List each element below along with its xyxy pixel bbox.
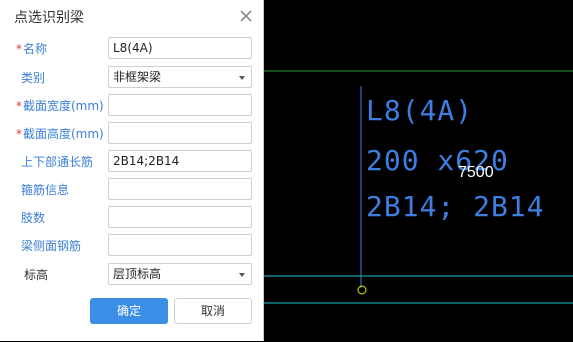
identify-beam-dialog: 点选识别梁 *名称 类别 非框架梁 *截面宽度(mm) *截面高度(mm) 上下… <box>0 0 264 341</box>
ok-button[interactable]: 确定 <box>90 298 168 324</box>
beam-name-annotation: L8(4A) <box>366 94 474 127</box>
name-input[interactable] <box>108 37 252 59</box>
pick-point-marker[interactable] <box>357 285 367 295</box>
field-label: 肢数 <box>21 211 46 225</box>
beam-rebar-annotation: 2B14; 2B14 <box>366 190 545 223</box>
dialog-title: 点选识别梁 <box>14 10 84 26</box>
field-label: *名称 <box>16 42 48 56</box>
field-label: *截面高度(mm) <box>16 127 104 141</box>
field-label: 梁侧面钢筋 <box>21 239 82 253</box>
field-label: 类别 <box>21 71 46 85</box>
chevron-down-icon <box>239 273 245 277</box>
stirrup-input[interactable] <box>108 178 252 200</box>
field-row-side-rebar: 梁侧面钢筋 <box>0 234 264 258</box>
field-row-legs: 肢数 <box>0 206 264 230</box>
section-width-input[interactable] <box>108 94 252 116</box>
field-row-long-rebar: 上下部通长筋 <box>0 150 264 174</box>
field-row-category: 类别 非框架梁 <box>0 66 264 90</box>
field-row-height: *截面高度(mm) <box>0 122 264 146</box>
dimension-text: 7500 <box>458 164 494 181</box>
field-label: 上下部通长筋 <box>21 155 94 169</box>
chevron-down-icon <box>239 76 245 80</box>
elevation-select[interactable]: 层顶标高 <box>108 263 252 285</box>
cancel-button[interactable]: 取消 <box>174 298 252 324</box>
legs-input[interactable] <box>108 206 252 228</box>
section-height-input[interactable] <box>108 122 252 144</box>
field-row-name: *名称 <box>0 37 264 61</box>
field-label: *截面宽度(mm) <box>16 99 104 113</box>
long-rebar-input[interactable] <box>108 150 252 172</box>
side-rebar-input[interactable] <box>108 234 252 256</box>
close-icon[interactable] <box>238 8 254 24</box>
field-label: 箍筋信息 <box>21 183 70 197</box>
field-row-elevation: 标高 层顶标高 <box>0 263 264 287</box>
field-row-stirrup: 箍筋信息 <box>0 178 264 202</box>
category-select[interactable]: 非框架梁 <box>108 66 252 88</box>
field-label: 标高 <box>24 268 49 282</box>
field-row-width: *截面宽度(mm) <box>0 94 264 118</box>
